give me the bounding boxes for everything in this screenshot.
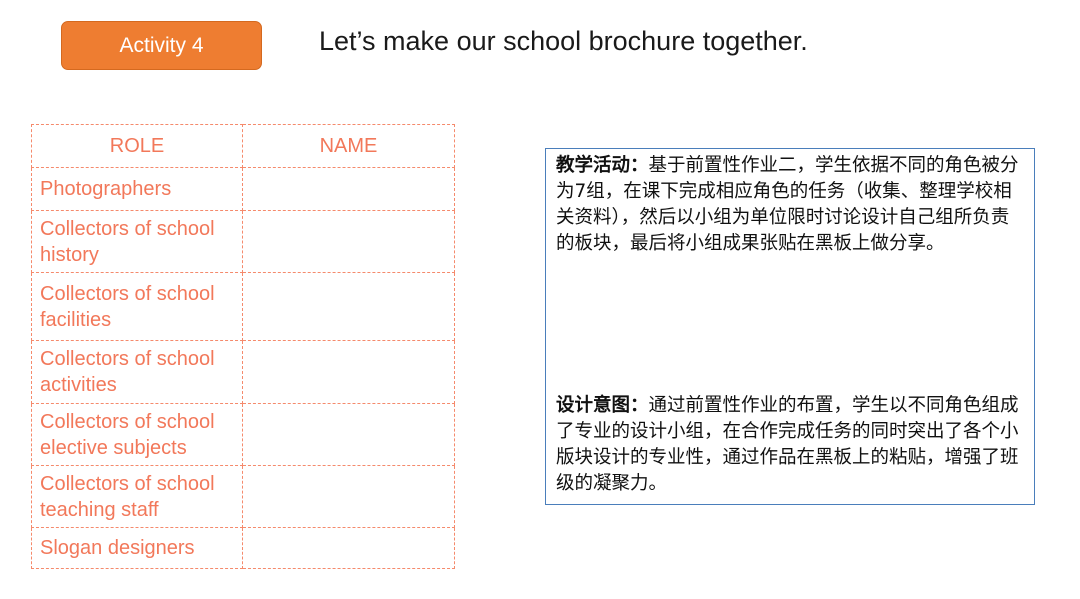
teaching-notes-box: 教学活动：基于前置性作业二，学生依据不同的角色被分为7组，在课下完成相应角色的任… [545, 148, 1035, 505]
design-intent-paragraph: 设计意图：通过前置性作业的布置，学生以不同角色组成了专业的设计小组，在合作完成任… [556, 393, 1024, 497]
role-cell: Collectors of school history [31, 210, 243, 273]
activity-badge: Activity 4 [61, 21, 262, 70]
role-cell: Slogan designers [31, 527, 243, 569]
name-cell[interactable] [242, 272, 455, 341]
table-row: Slogan designers [31, 527, 455, 569]
role-cell: Photographers [31, 167, 243, 211]
name-cell[interactable] [242, 210, 455, 273]
role-cell: Collectors of school teaching staff [31, 465, 243, 528]
name-cell[interactable] [242, 167, 455, 211]
table-header-row: ROLE NAME [31, 124, 455, 168]
name-cell[interactable] [242, 340, 455, 404]
column-header-role: ROLE [31, 124, 243, 168]
name-cell[interactable] [242, 403, 455, 466]
roles-table: ROLE NAME Photographers Collectors of sc… [31, 124, 455, 569]
teaching-activity-paragraph: 教学活动：基于前置性作业二，学生依据不同的角色被分为7组，在课下完成相应角色的任… [556, 153, 1024, 257]
role-cell: Collectors of school facilities [31, 272, 243, 341]
table-row: Collectors of school elective subjects [31, 403, 455, 466]
table-row: Collectors of school teaching staff [31, 465, 455, 528]
table-row: Collectors of school history [31, 210, 455, 273]
role-cell: Collectors of school activities [31, 340, 243, 404]
activity-label: Activity 4 [119, 33, 204, 57]
table-row: Collectors of school activities [31, 340, 455, 404]
role-cell: Collectors of school elective subjects [31, 403, 243, 466]
page-title: Let’s make our school brochure together. [319, 26, 808, 56]
design-intent-title: 设计意图： [556, 395, 649, 416]
column-header-name: NAME [242, 124, 455, 168]
name-cell[interactable] [242, 527, 455, 569]
table-row: Collectors of school facilities [31, 272, 455, 341]
teaching-activity-title: 教学活动： [556, 155, 649, 176]
table-row: Photographers [31, 167, 455, 211]
name-cell[interactable] [242, 465, 455, 528]
